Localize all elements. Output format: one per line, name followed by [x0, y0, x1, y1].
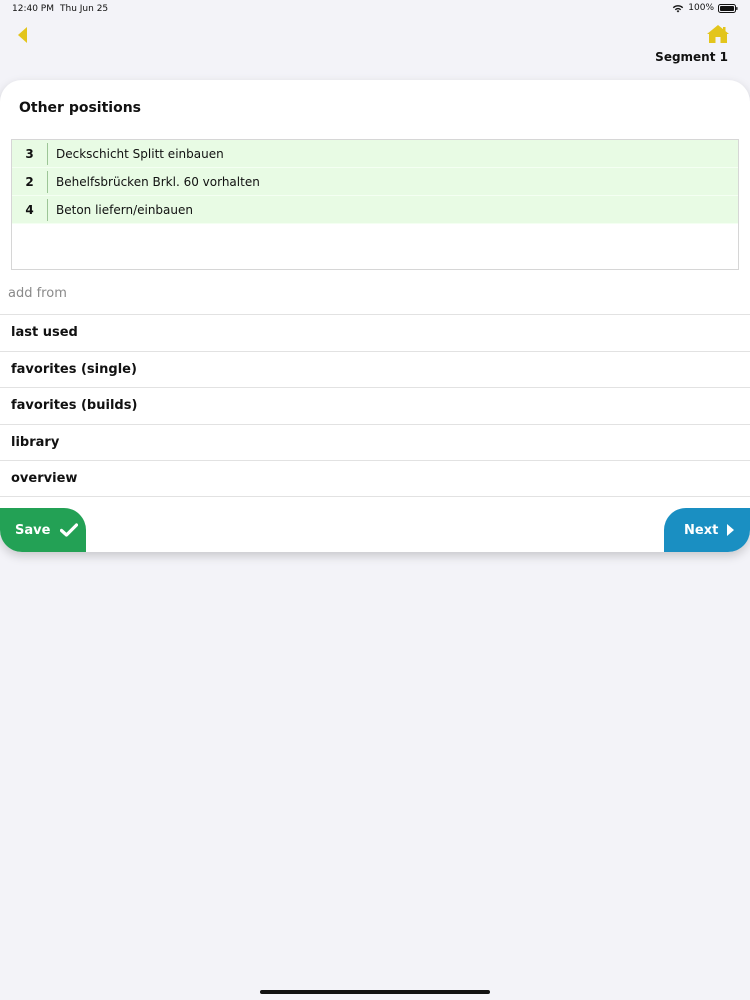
table-row[interactable]: 4 Beton liefern/einbauen [12, 196, 738, 224]
position-text: Deckschicht Splitt einbauen [56, 146, 224, 161]
wifi-icon [673, 4, 684, 12]
position-number: 2 [12, 170, 48, 193]
position-number: 3 [12, 142, 48, 165]
back-arrow-icon [17, 27, 27, 43]
home-button[interactable] [706, 24, 730, 44]
add-from-label: add from [8, 286, 67, 301]
positions-table: 3 Deckschicht Splitt einbauen 2 Behelfsb… [11, 139, 739, 270]
menu-item-favorites-single[interactable]: favorites (single) [0, 350, 750, 388]
menu-item-favorites-builds[interactable]: favorites (builds) [0, 387, 750, 424]
status-indicators: 100% [672, 3, 738, 13]
battery-icon [718, 3, 738, 13]
menu-item-last-used[interactable]: last used [0, 314, 750, 351]
save-button[interactable]: Save [0, 508, 86, 552]
status-bar: 12:40 PM Thu Jun 25 100% [0, 0, 750, 18]
table-row[interactable]: 2 Behelfsbrücken Brkl. 60 vorhalten [12, 168, 738, 196]
table-row[interactable]: 3 Deckschicht Splitt einbauen [12, 140, 738, 168]
next-button-label: Next [684, 522, 719, 538]
save-button-label: Save [15, 522, 51, 538]
position-text: Behelfsbrücken Brkl. 60 vorhalten [56, 174, 260, 189]
status-date: Thu Jun 25 [60, 4, 109, 14]
page-title: Other positions [19, 100, 142, 116]
menu-item-overview[interactable]: overview [0, 460, 750, 497]
chevron-right-icon [727, 524, 735, 536]
positions-card: Other positions 3 Deckschicht Splitt ein… [0, 80, 750, 552]
position-number: 4 [12, 198, 48, 221]
menu-item-library[interactable]: library [0, 423, 750, 461]
home-icon [707, 25, 729, 43]
position-text: Beton liefern/einbauen [56, 202, 193, 217]
home-indicator [260, 990, 490, 994]
battery-percent: 100% [688, 3, 714, 13]
checkmark-icon [60, 523, 79, 537]
add-from-list: last used favorites (single) favorites (… [0, 314, 750, 497]
status-time: 12:40 PM [12, 4, 54, 14]
back-button[interactable] [12, 24, 32, 46]
next-button[interactable]: Next [664, 508, 750, 552]
segment-label: Segment 1 [655, 50, 728, 64]
